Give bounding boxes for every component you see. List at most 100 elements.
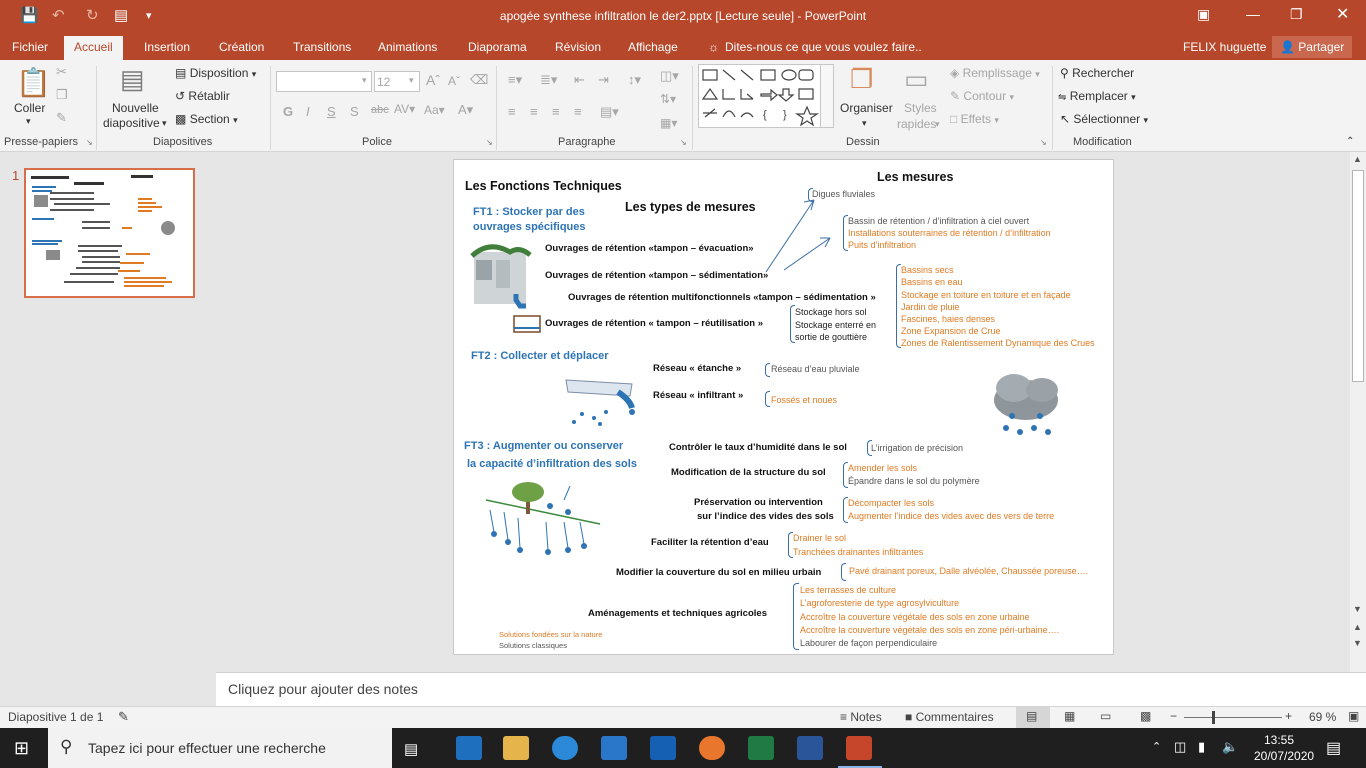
slide-canvas[interactable]: Les Fonctions Techniques Les types de me… xyxy=(453,159,1114,655)
reset-button[interactable]: ↺ Rétablir xyxy=(175,89,230,103)
bullets-icon[interactable]: ≡▾ xyxy=(508,72,522,88)
tell-me-search[interactable]: Dites-nous ce que vous voulez faire.. xyxy=(725,40,922,54)
volume-icon[interactable]: 🔈 xyxy=(1222,739,1238,755)
arrange-button[interactable]: Organiser xyxy=(840,101,893,115)
maximize-button[interactable]: ❐ xyxy=(1290,6,1303,23)
minimize-button[interactable]: — xyxy=(1246,6,1260,22)
spellcheck-icon[interactable]: ✎ xyxy=(118,709,129,725)
new-slide-label-2[interactable]: diapositive xyxy=(103,116,160,130)
slide-thumbnail[interactable] xyxy=(24,168,195,298)
columns-icon[interactable]: ◫▾ xyxy=(660,68,679,84)
quick-styles-dropdown-icon[interactable]: ▾ xyxy=(935,119,940,130)
tab-home[interactable]: Accueil xyxy=(64,36,123,60)
drawing-launcher-icon[interactable]: ↘ xyxy=(1040,138,1047,147)
strikethrough-icon[interactable]: abc xyxy=(371,104,389,116)
section-button[interactable]: ▩ Section ▾ xyxy=(175,112,238,126)
tab-insert[interactable]: Insertion xyxy=(144,40,190,54)
change-case-icon[interactable]: Aa▾ xyxy=(424,103,445,117)
tab-review[interactable]: Révision xyxy=(555,40,601,54)
font-family-dropdown-icon[interactable]: ▾ xyxy=(362,75,367,86)
scroll-up-icon[interactable]: ▲ xyxy=(1353,154,1362,164)
slideshow-view-icon[interactable]: ▩ xyxy=(1140,709,1151,723)
edge-icon[interactable] xyxy=(456,736,482,760)
increase-indent-icon[interactable]: ⇥ xyxy=(598,72,609,88)
taskbar-search[interactable]: ⚲ Tapez ici pour effectuer une recherche xyxy=(48,728,392,768)
notes-button[interactable]: ≡ Notes xyxy=(840,710,882,724)
network-icon[interactable]: ◫ xyxy=(1174,739,1186,755)
clear-formatting-icon[interactable]: ⌫ xyxy=(470,72,488,88)
line-spacing-icon[interactable]: ↕▾ xyxy=(628,72,641,88)
tab-animations[interactable]: Animations xyxy=(378,40,437,54)
tab-slideshow[interactable]: Diaporama xyxy=(468,40,527,54)
outlook-icon[interactable] xyxy=(650,736,676,760)
fit-slide-icon[interactable]: ▣ xyxy=(1348,709,1359,723)
tray-chevron-icon[interactable]: ⌃ xyxy=(1152,740,1161,753)
mail-icon[interactable] xyxy=(601,736,627,760)
new-slide-dropdown-icon[interactable]: ▾ xyxy=(162,118,167,129)
reading-view-icon[interactable]: ▭ xyxy=(1100,709,1111,723)
user-name[interactable]: FELIX huguette xyxy=(1183,40,1266,54)
underline-icon[interactable]: S xyxy=(327,104,336,119)
next-slide-icon[interactable]: ▼ xyxy=(1353,638,1362,648)
powerpoint-icon[interactable] xyxy=(846,736,872,760)
shape-outline-button[interactable]: ✎ Contour ▾ xyxy=(950,89,1014,103)
internet-explorer-icon[interactable] xyxy=(552,736,578,760)
ribbon-display-icon[interactable]: ▣ xyxy=(1197,6,1210,23)
italic-icon[interactable]: I xyxy=(306,104,310,119)
normal-view-button[interactable]: ▤ xyxy=(1016,707,1050,728)
shapes-gallery[interactable]: {} xyxy=(698,64,834,128)
select-button[interactable]: ↖ Sélectionner ▾ xyxy=(1060,112,1148,126)
zoom-slider-thumb[interactable] xyxy=(1212,711,1215,724)
share-button[interactable]: 👤 Partager xyxy=(1272,36,1353,58)
word-icon[interactable] xyxy=(797,736,823,760)
quick-styles-icon[interactable]: ▭ xyxy=(904,64,929,95)
comments-button[interactable]: ■ Commentaires xyxy=(905,710,994,724)
format-painter-icon[interactable]: ✎ xyxy=(56,110,67,126)
shape-effects-button[interactable]: □ Effets ▾ xyxy=(950,112,999,126)
shapes-gallery-scroll[interactable] xyxy=(820,64,834,128)
font-launcher-icon[interactable]: ↘ xyxy=(486,138,493,147)
bold-icon[interactable]: G xyxy=(283,104,293,119)
zoom-out-icon[interactable]: − xyxy=(1170,709,1177,723)
tab-design[interactable]: Création xyxy=(219,40,264,54)
tab-file[interactable]: Fichier xyxy=(12,40,48,54)
arrange-dropdown-icon[interactable]: ▾ xyxy=(862,118,867,129)
align-center-icon[interactable]: ≡ xyxy=(530,104,538,119)
zoom-level[interactable]: 69 % xyxy=(1309,710,1336,724)
quick-styles-label-2[interactable]: rapides xyxy=(897,117,936,131)
scroll-down-icon[interactable]: ▼ xyxy=(1353,604,1362,614)
new-slide-icon[interactable]: ▤ xyxy=(120,64,145,95)
zoom-slider[interactable] xyxy=(1184,717,1282,718)
align-left-icon[interactable]: ≡ xyxy=(508,104,516,119)
clock-time[interactable]: 13:55 xyxy=(1264,733,1294,747)
cut-icon[interactable]: ✂ xyxy=(56,64,67,80)
battery-icon[interactable]: ▮ xyxy=(1198,739,1205,755)
notes-pane[interactable]: Cliquez pour ajouter des notes xyxy=(216,672,1366,706)
new-slide-label-1[interactable]: Nouvelle xyxy=(112,101,159,115)
justify-icon[interactable]: ≡ xyxy=(574,104,582,119)
paste-button[interactable]: Coller xyxy=(14,101,45,115)
font-color-icon[interactable]: A▾ xyxy=(458,102,473,118)
decrease-indent-icon[interactable]: ⇤ xyxy=(574,72,585,88)
font-family-input[interactable] xyxy=(276,71,372,92)
excel-icon[interactable] xyxy=(748,736,774,760)
quick-styles-label-1[interactable]: Styles xyxy=(904,101,937,115)
tab-transitions[interactable]: Transitions xyxy=(293,40,351,54)
numbering-icon[interactable]: ≣▾ xyxy=(540,72,557,88)
find-button[interactable]: ⚲ Rechercher xyxy=(1060,66,1134,80)
tab-view[interactable]: Affichage xyxy=(628,40,678,54)
zoom-in-icon[interactable]: + xyxy=(1285,709,1292,723)
shadow-icon[interactable]: S xyxy=(350,104,359,119)
grow-font-icon[interactable]: Aˆ xyxy=(426,72,440,88)
align-right-icon[interactable]: ≡ xyxy=(552,104,560,119)
clipboard-launcher-icon[interactable]: ↘ xyxy=(86,138,93,147)
clock-date[interactable]: 20/07/2020 xyxy=(1254,749,1314,763)
shrink-font-icon[interactable]: Aˇ xyxy=(448,74,460,88)
text-direction-icon[interactable]: ⇅▾ xyxy=(660,92,676,106)
vertical-scrollbar[interactable]: ▲ ▼ ▲ ▼ xyxy=(1350,152,1366,672)
paste-dropdown-icon[interactable]: ▾ xyxy=(26,116,31,127)
char-spacing-icon[interactable]: AV▾ xyxy=(394,102,415,116)
layout-button[interactable]: ▤ Disposition ▾ xyxy=(175,66,256,80)
font-size-dropdown-icon[interactable]: ▾ xyxy=(409,75,414,86)
notification-icon[interactable]: ▤ xyxy=(1326,738,1341,758)
